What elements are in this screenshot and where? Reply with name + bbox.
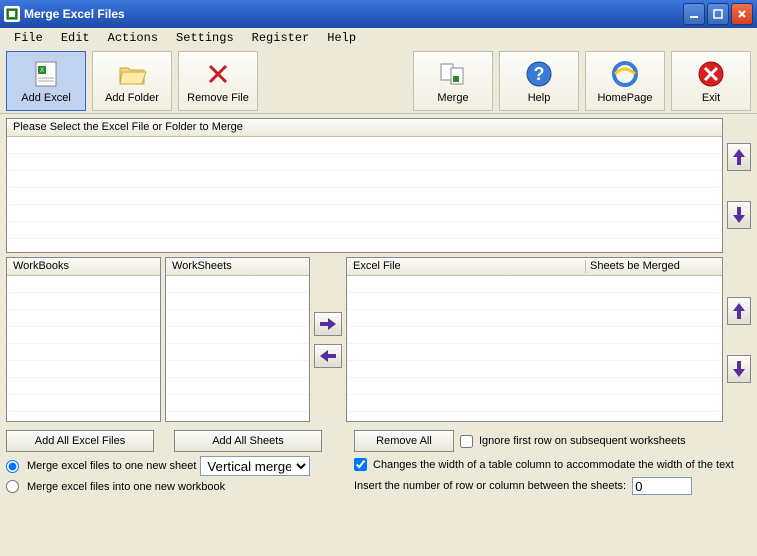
add-sheet-button[interactable] (314, 312, 342, 336)
add-all-excel-button[interactable]: Add All Excel Files (6, 430, 154, 452)
ie-icon (609, 58, 641, 90)
merge-icon (437, 58, 469, 90)
workbooks-list[interactable] (7, 276, 160, 421)
add-excel-button[interactable]: X Add Excel (6, 51, 86, 111)
titlebar: Merge Excel Files (0, 0, 757, 28)
arrow-up-icon (731, 301, 747, 321)
remove-all-button[interactable]: Remove All (354, 430, 454, 452)
merge-one-workbook-label: Merge excel files into one new workbook (27, 481, 225, 493)
arrow-down-icon (731, 205, 747, 225)
arrow-up-icon (731, 147, 747, 167)
sheets-merged-header: Sheets be Merged (586, 260, 716, 273)
add-excel-label: Add Excel (21, 92, 71, 104)
menu-file[interactable]: File (6, 30, 51, 46)
toolbar: X Add Excel Add Folder Remove File Merge… (0, 48, 757, 114)
menu-register[interactable]: Register (244, 30, 318, 46)
app-icon (4, 6, 20, 22)
move-up-button[interactable] (727, 143, 751, 171)
move-down-button[interactable] (727, 201, 751, 229)
menu-settings[interactable]: Settings (168, 30, 242, 46)
titlebar-title: Merge Excel Files (24, 7, 683, 21)
merge-move-up-button[interactable] (727, 297, 751, 325)
file-list-header-label: Please Select the Excel File or Folder t… (13, 121, 243, 134)
worksheets-panel[interactable]: WorkSheets (165, 257, 310, 422)
merge-one-sheet-label: Merge excel files to one new sheet (27, 460, 196, 472)
merge-move-down-button[interactable] (727, 355, 751, 383)
help-button[interactable]: ? Help (499, 51, 579, 111)
arrow-right-icon (318, 316, 338, 332)
file-list-body[interactable] (7, 137, 722, 252)
add-folder-label: Add Folder (105, 92, 159, 104)
arrow-down-icon (731, 359, 747, 379)
svg-text:?: ? (534, 64, 545, 84)
help-icon: ? (523, 58, 555, 90)
exit-label: Exit (702, 92, 720, 104)
file-list-header: Please Select the Excel File or Folder t… (7, 119, 722, 137)
merge-button[interactable]: Merge (413, 51, 493, 111)
menubar: File Edit Actions Settings Register Help (0, 28, 757, 48)
workbooks-panel[interactable]: WorkBooks (6, 257, 161, 422)
homepage-label: HomePage (597, 92, 652, 104)
workbooks-header: WorkBooks (13, 260, 69, 273)
merge-list[interactable] (347, 276, 722, 421)
remove-file-button[interactable]: Remove File (178, 51, 258, 111)
merge-list-panel[interactable]: Excel File Sheets be Merged (346, 257, 723, 422)
arrow-left-icon (318, 348, 338, 364)
merger-type-select[interactable]: Vertical merger (200, 456, 310, 476)
close-button[interactable] (731, 3, 753, 25)
remove-sheet-button[interactable] (314, 344, 342, 368)
folder-icon (116, 58, 148, 90)
merge-one-workbook-radio[interactable] (6, 480, 19, 493)
remove-x-icon (202, 58, 234, 90)
exit-button[interactable]: Exit (671, 51, 751, 111)
help-label: Help (528, 92, 551, 104)
exit-icon (695, 58, 727, 90)
worksheets-header: WorkSheets (172, 260, 232, 273)
change-width-label: Changes the width of a table column to a… (373, 459, 734, 471)
svg-text:X: X (40, 68, 44, 74)
insert-num-input[interactable] (632, 477, 692, 495)
worksheets-list[interactable] (166, 276, 309, 421)
remove-file-label: Remove File (187, 92, 249, 104)
file-list[interactable]: Please Select the Excel File or Folder t… (6, 118, 723, 253)
excel-file-icon: X (30, 58, 62, 90)
merge-one-sheet-radio[interactable] (6, 460, 19, 473)
add-all-sheets-button[interactable]: Add All Sheets (174, 430, 322, 452)
menu-actions[interactable]: Actions (100, 30, 166, 46)
menu-edit[interactable]: Edit (53, 30, 98, 46)
insert-num-label: Insert the number of row or column betwe… (354, 480, 626, 492)
maximize-button[interactable] (707, 3, 729, 25)
change-width-checkbox[interactable] (354, 458, 367, 471)
excel-file-header: Excel File (353, 260, 586, 273)
minimize-button[interactable] (683, 3, 705, 25)
homepage-button[interactable]: HomePage (585, 51, 665, 111)
merge-label: Merge (437, 92, 468, 104)
ignore-first-row-checkbox[interactable] (460, 435, 473, 448)
add-folder-button[interactable]: Add Folder (92, 51, 172, 111)
menu-help[interactable]: Help (319, 30, 364, 46)
ignore-first-row-label: Ignore first row on subsequent worksheet… (479, 435, 686, 447)
